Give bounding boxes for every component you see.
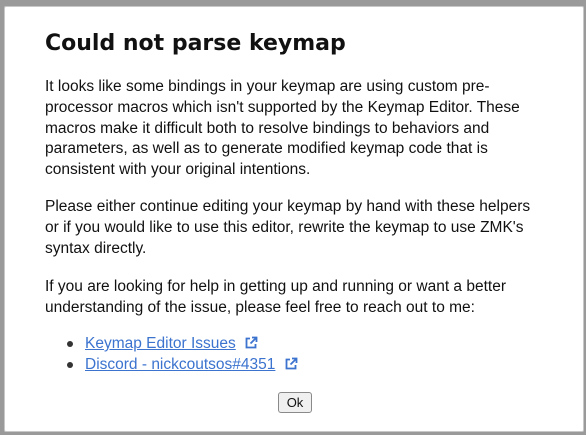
dialog-title: Could not parse keymap [45,31,346,56]
discord-link[interactable]: Discord - nickcoutsos#4351 [85,356,275,373]
list-item: Keymap Editor Issues [67,333,298,354]
external-link-icon[interactable] [284,357,298,371]
bullet-icon [67,341,73,347]
link-label: Keymap Editor Issues [85,335,236,352]
dialog-paragraph-help: If you are looking for help in getting u… [45,278,506,316]
parse-error-dialog: Could not parse keymap It looks like som… [4,6,584,432]
keymap-editor-issues-link[interactable]: Keymap Editor Issues [85,335,236,352]
external-link-icon[interactable] [244,336,258,350]
list-item: Discord - nickcoutsos#4351 [67,354,298,375]
link-label: Discord - nickcoutsos#4351 [85,356,276,373]
help-links-list: Keymap Editor Issues Discord - nickcouts… [67,333,298,375]
dialog-paragraph-explanation: It looks like some bindings in your keym… [45,78,520,179]
ok-button[interactable]: Ok [278,392,312,413]
bullet-icon [67,362,73,368]
dialog-paragraph-instructions: Please either continue editing your keym… [45,198,531,257]
